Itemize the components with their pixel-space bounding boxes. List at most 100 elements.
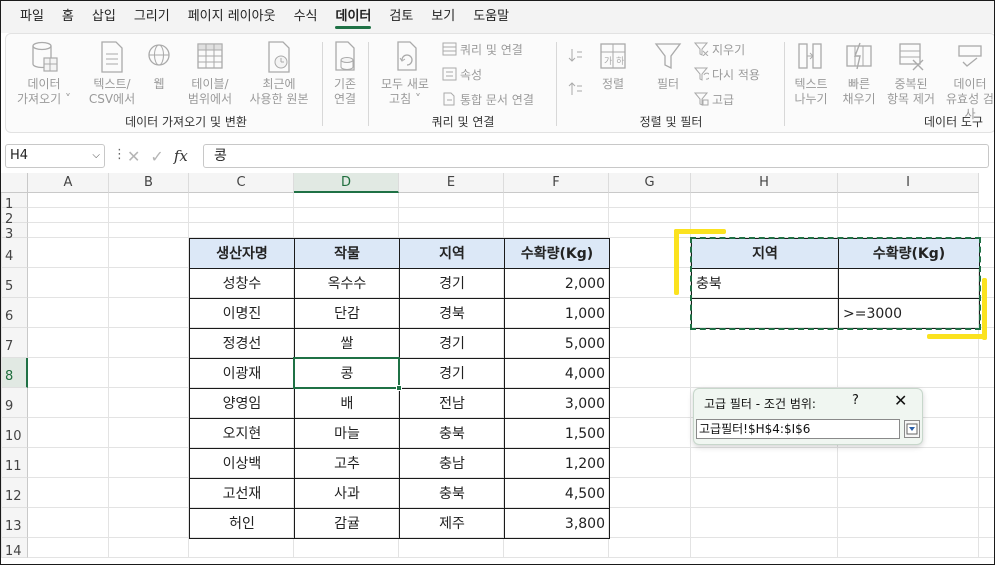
edit-links-button[interactable]: 통합 문서 연결 — [442, 90, 534, 108]
row-header-12[interactable]: 12 — [1, 478, 28, 508]
sort-ascending-button[interactable] — [568, 46, 583, 64]
table-cell[interactable]: 1,200 — [504, 448, 610, 479]
row-header-1[interactable]: 1 — [1, 193, 28, 212]
table-cell[interactable]: 4,000 — [504, 358, 610, 389]
table-cell[interactable]: 이명진 — [189, 298, 295, 329]
select-all-corner[interactable] — [1, 173, 28, 193]
help-icon[interactable]: ? — [852, 393, 859, 408]
tab-review[interactable]: 검토 — [380, 1, 422, 33]
table-cell[interactable]: 사과 — [294, 478, 400, 509]
table-header-cell[interactable]: 수확량(Kg) — [504, 238, 610, 269]
table-cell[interactable]: 경기 — [399, 358, 505, 389]
chevron-down-icon[interactable]: ⌵ — [92, 145, 100, 167]
remove-duplicates-button[interactable]: 중복된 항목 제거 — [882, 40, 940, 107]
table-cell[interactable]: 1,000 — [504, 298, 610, 329]
flash-fill-button[interactable]: 빠른 채우기 — [838, 40, 880, 107]
sort-button[interactable]: 가하 정렬 — [594, 40, 632, 92]
table-cell[interactable]: 5,000 — [504, 328, 610, 359]
clear-filter-button[interactable]: 지우기 — [694, 40, 745, 58]
tab-view[interactable]: 보기 — [422, 1, 464, 33]
table-cell[interactable]: 성창수 — [189, 268, 295, 299]
sort-descending-button[interactable] — [568, 80, 583, 98]
column-header-e[interactable]: E — [399, 173, 504, 193]
data-validation-button[interactable]: 데이터 유효성 검사 — [942, 40, 994, 122]
table-cell[interactable]: 충북 — [399, 418, 505, 449]
properties-button[interactable]: 속성 — [442, 65, 482, 83]
name-box[interactable]: H4 ⌵ — [5, 144, 105, 168]
row-header-10[interactable]: 10 — [1, 418, 28, 448]
refresh-all-button[interactable]: 모두 새로 고침 ˅ — [374, 40, 436, 107]
table-cell[interactable]: 1,500 — [504, 418, 610, 449]
table-cell[interactable]: 3,000 — [504, 388, 610, 419]
row-header-4[interactable]: 4 — [1, 238, 28, 268]
column-header-c[interactable]: C — [189, 173, 294, 193]
reapply-button[interactable]: 다시 적용 — [694, 65, 760, 83]
enter-check-icon[interactable]: ✓ — [150, 147, 163, 166]
table-cell[interactable]: 이상백 — [189, 448, 295, 479]
column-header-a[interactable]: A — [28, 173, 109, 193]
advanced-filter-button[interactable]: 고급 — [694, 90, 734, 108]
table-cell[interactable]: 충북 — [399, 478, 505, 509]
table-cell[interactable]: 전남 — [399, 388, 505, 419]
table-cell[interactable]: 이광재 — [189, 358, 295, 389]
column-header-f[interactable]: F — [504, 173, 609, 193]
text-to-columns-button[interactable]: 텍스트 나누기 — [788, 40, 834, 107]
column-header-b[interactable]: B — [109, 173, 189, 193]
tab-formulas[interactable]: 수식 — [285, 1, 327, 33]
tab-draw[interactable]: 그리기 — [125, 1, 179, 33]
formula-input[interactable]: 콩 — [203, 144, 989, 168]
criteria-range-input[interactable]: 고급필터!$H$4:$I$6 — [696, 419, 900, 439]
get-data-button[interactable]: 데이터 가져오기 ˅ — [14, 40, 74, 107]
table-cell[interactable]: 4,500 — [504, 478, 610, 509]
row-header-3[interactable]: 3 — [1, 223, 28, 242]
tab-data[interactable]: 데이터 — [326, 1, 380, 33]
table-cell[interactable]: 제주 — [399, 508, 505, 539]
table-cell[interactable]: 경북 — [399, 298, 505, 329]
row-header-7[interactable]: 7 — [1, 328, 28, 358]
tab-file[interactable]: 파일 — [11, 1, 53, 33]
insert-function-icon[interactable]: fx — [174, 147, 188, 165]
table-cell[interactable]: 경기 — [399, 268, 505, 299]
table-cell[interactable]: 2,000 — [504, 268, 610, 299]
table-cell[interactable]: 감귤 — [294, 508, 400, 539]
table-cell[interactable]: 마늘 — [294, 418, 400, 449]
table-cell[interactable]: 양영임 — [189, 388, 295, 419]
row-header-14[interactable]: 14 — [1, 538, 28, 559]
spreadsheet-grid[interactable]: A B C D E F G H I 1 2 3 4 5 6 7 8 9 10 11 12 13 14 생산자명 작물 지역 수확량(… — [1, 173, 994, 564]
table-cell[interactable]: 허인 — [189, 508, 295, 539]
tab-page-layout[interactable]: 페이지 레이아웃 — [179, 1, 285, 33]
recent-sources-button[interactable]: 최근에 사용한 원본 — [242, 40, 316, 107]
more-options-icon[interactable]: ⋮ — [113, 147, 126, 162]
table-cell[interactable]: 고선재 — [189, 478, 295, 509]
close-icon[interactable]: ✕ — [894, 391, 907, 410]
tab-insert[interactable]: 삽입 — [83, 1, 125, 33]
table-cell[interactable]: 정경선 — [189, 328, 295, 359]
table-header-cell[interactable]: 생산자명 — [189, 238, 295, 269]
table-cell[interactable]: 단감 — [294, 298, 400, 329]
cancel-icon[interactable]: ✕ — [127, 147, 140, 166]
from-web-button[interactable]: 웹 — [144, 40, 174, 92]
table-cell[interactable]: 쌀 — [294, 328, 400, 359]
column-header-i[interactable]: I — [838, 173, 979, 193]
row-header-13[interactable]: 13 — [1, 508, 28, 538]
table-cell[interactable]: 충남 — [399, 448, 505, 479]
row-header-6[interactable]: 6 — [1, 298, 28, 328]
column-header-g[interactable]: G — [609, 173, 691, 193]
table-cell[interactable]: 경기 — [399, 328, 505, 359]
tab-help[interactable]: 도움말 — [464, 1, 518, 33]
row-header-2[interactable]: 2 — [1, 208, 28, 227]
table-cell[interactable]: 배 — [294, 388, 400, 419]
row-header-8[interactable]: 8 — [1, 358, 28, 388]
expand-dialog-button[interactable] — [904, 420, 920, 438]
table-cell[interactable]: 고추 — [294, 448, 400, 479]
table-header-cell[interactable]: 작물 — [294, 238, 400, 269]
from-text-csv-button[interactable]: 텍스트/ CSV에서 — [84, 40, 140, 107]
row-header-11[interactable]: 11 — [1, 448, 28, 478]
fill-handle[interactable] — [396, 385, 402, 391]
existing-connections-button[interactable]: 기존 연결 — [324, 40, 366, 107]
row-header-5[interactable]: 5 — [1, 268, 28, 298]
queries-connections-button[interactable]: 쿼리 및 연결 — [442, 40, 523, 58]
table-cell[interactable]: 옥수수 — [294, 268, 400, 299]
row-header-9[interactable]: 9 — [1, 388, 28, 418]
table-cell[interactable]: 3,800 — [504, 508, 610, 539]
